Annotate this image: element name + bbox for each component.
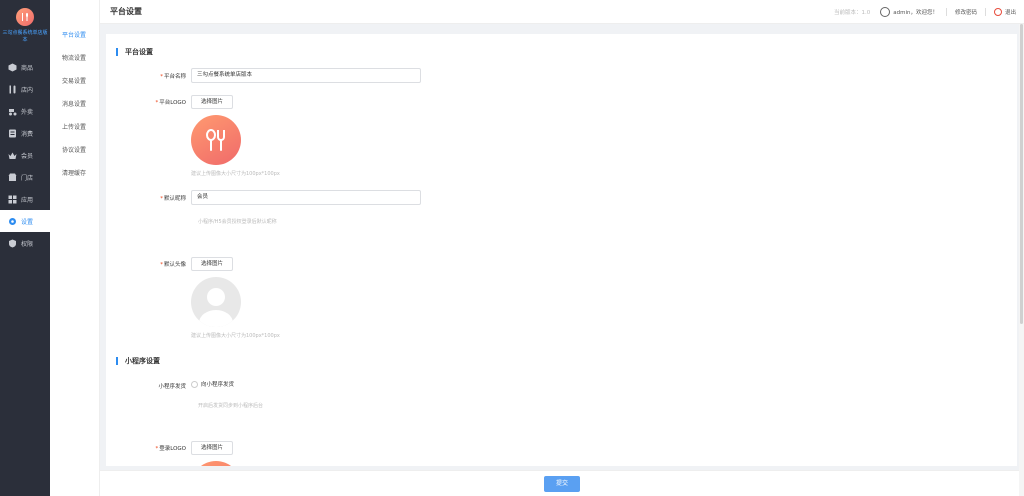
user-greeting[interactable]: admin，欢迎您！ <box>893 8 938 16</box>
submenu-item-2[interactable]: 交易设置 <box>50 70 99 93</box>
section-title-platform: 平台设置 <box>116 48 153 56</box>
default-avatar-pick-button[interactable]: 选择图片 <box>191 257 233 271</box>
change-password-link[interactable]: 修改密码 <box>955 8 977 16</box>
mini-shipping-radio[interactable]: 向小程序发货 <box>191 380 234 388</box>
platform-logo-image[interactable] <box>191 115 241 165</box>
sidebar-item-8[interactable]: 权限 <box>0 232 50 254</box>
submenu-item-1[interactable]: 物流设置 <box>50 47 99 70</box>
page-title: 平台设置 <box>110 7 142 16</box>
user-avatar-icon[interactable] <box>880 6 891 17</box>
apps-icon <box>8 195 17 204</box>
submenu-item-0[interactable]: 平台设置 <box>50 24 99 47</box>
sidebar-item-5[interactable]: 门店 <box>0 166 50 188</box>
top-header: 平台设置 当前版本：1.0 admin，欢迎您！ 修改密码 退出 <box>100 0 1024 24</box>
user-placeholder-icon <box>199 288 233 327</box>
submenu-item-5[interactable]: 协议设置 <box>50 139 99 162</box>
brand: 三勾点餐系统单店版本 <box>0 0 50 56</box>
member-icon <box>8 151 17 160</box>
permission-icon <box>8 239 17 248</box>
sidebar-item-0[interactable]: 商品 <box>0 56 50 78</box>
brand-name: 三勾点餐系统单店版本 <box>2 30 48 43</box>
sidebar-item-2[interactable]: 外卖 <box>0 100 50 122</box>
submenu-item-4[interactable]: 上传设置 <box>50 116 99 139</box>
sidebar-item-label: 权限 <box>21 240 34 248</box>
main-sidebar: 三勾点餐系统单店版本 商品店内外卖消费会员门店应用设置权限 <box>0 0 50 496</box>
sidebar-item-6[interactable]: 应用 <box>0 188 50 210</box>
sidebar-item-1[interactable]: 店内 <box>0 78 50 100</box>
sidebar-item-label: 外卖 <box>21 108 34 116</box>
platform-name-label: *平台名称 <box>160 74 186 80</box>
default-avatar-label: *默认头像 <box>160 262 186 268</box>
platform-logo-label: *平台LOGO <box>155 100 186 106</box>
settings-submenu: 平台设置 物流设置 交易设置 消息设置 上传设置 协议设置 清理缓存 <box>50 0 100 496</box>
sidebar-item-label: 应用 <box>21 196 34 204</box>
divider <box>945 7 947 16</box>
mini-shipping-label: 小程序发货 <box>158 384 186 390</box>
brand-logo-icon <box>16 8 34 26</box>
platform-logo-pick-button[interactable]: 选择图片 <box>191 95 233 109</box>
settings-icon <box>8 217 17 226</box>
platform-name-input[interactable]: 三勾点餐系统单店版本 <box>191 68 421 83</box>
logo-hint: 建议上传图像大小尺寸为100px*100px <box>191 171 280 177</box>
logout-link[interactable]: 退出 <box>1005 8 1016 16</box>
settings-form: 平台设置 *平台名称 三勾点餐系统单店版本 *平台LOGO 选择图片 建议上传图… <box>106 34 1017 466</box>
mini-shipping-option-label[interactable]: 向小程序发货 <box>201 380 234 388</box>
avatar-hint: 建议上传图像大小尺寸为100px*100px <box>191 333 280 339</box>
default-nickname-label: *默认昵称 <box>160 196 186 202</box>
default-nickname-input[interactable]: 会员 <box>191 190 421 205</box>
sidebar-item-4[interactable]: 会员 <box>0 144 50 166</box>
logout-icon[interactable] <box>993 7 1002 16</box>
store-icon <box>8 173 17 182</box>
radio-circle-icon[interactable] <box>191 380 198 388</box>
submenu-item-6[interactable]: 清理缓存 <box>50 162 99 185</box>
form-footer: 提交 <box>100 470 1019 496</box>
sidebar-item-label: 店内 <box>21 86 34 94</box>
section-title-miniprogram: 小程序设置 <box>116 357 160 365</box>
divider <box>984 7 986 16</box>
mini-shipping-hint: 开启后发货同步到小程序后台 <box>198 403 264 409</box>
scrollbar-thumb[interactable] <box>1020 24 1023 324</box>
submit-button[interactable]: 提交 <box>544 476 580 492</box>
version-text: 当前版本：1.0 <box>833 9 871 16</box>
sidebar-item-7[interactable]: 设置 <box>0 210 50 232</box>
sidebar-item-label: 消费 <box>21 130 34 138</box>
sidebar-item-label: 会员 <box>21 152 34 160</box>
sidebar-item-label: 门店 <box>21 174 34 182</box>
login-logo-pick-button[interactable]: 选择图片 <box>191 441 233 455</box>
sidebar-item-3[interactable]: 消费 <box>0 122 50 144</box>
fork-spoon-icon <box>206 129 225 151</box>
goods-icon <box>8 63 17 72</box>
page-scrollbar[interactable] <box>1019 24 1024 496</box>
sidebar-item-label: 商品 <box>21 64 34 72</box>
consume-icon <box>8 129 17 138</box>
login-logo-image[interactable] <box>191 461 241 466</box>
sidebar-item-label: 设置 <box>21 218 34 226</box>
nickname-hint: 小程序/H5会员授权登录后默认昵称 <box>198 219 277 225</box>
submenu-item-3[interactable]: 消息设置 <box>50 93 99 116</box>
default-avatar-image[interactable] <box>191 277 241 327</box>
login-logo-label: *登录LOGO <box>155 446 186 452</box>
delivery-icon <box>8 107 17 116</box>
dine-in-icon <box>8 85 17 94</box>
